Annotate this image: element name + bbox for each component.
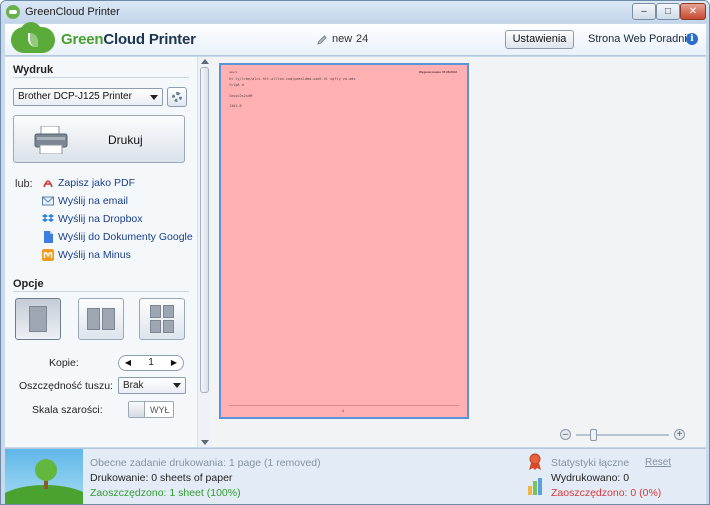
app-logo-text: GreenCloud Printer [61, 31, 196, 48]
pdf-icon [43, 180, 53, 188]
print-section-title: Wydruk [13, 64, 54, 76]
send-dropbox-label: Wyślij na Dropbox [58, 213, 143, 225]
page-text-line: ht.ly/lrbe/alci.htt.alllon.com/paesldmd-… [229, 77, 356, 81]
page-header-right: Wygenerowano 07.08.2012 [419, 70, 457, 74]
printed-total-text: Wydrukowano: 0 [551, 472, 630, 484]
minus-icon [42, 249, 54, 261]
google-docs-icon [44, 231, 53, 243]
layout-1-page-button[interactable] [15, 298, 61, 340]
app-window: GreenCloud Printer – □ ✕ GreenCloud Prin… [0, 0, 710, 505]
reset-stats-link[interactable]: Reset [645, 457, 671, 468]
copies-label: Kopie: [49, 357, 79, 369]
greencloud-logo-icon [11, 22, 55, 53]
logo-green-word: Green [61, 31, 104, 48]
send-google-docs-label: Wyślij do Dokumenty Google [58, 231, 193, 243]
grayscale-label: Skala szarości: [32, 404, 103, 416]
pencil-icon[interactable] [317, 34, 328, 45]
print-preview-area: new 3 Wygenerowano 07.08.2012 ht.ly/lrbe… [211, 57, 706, 447]
two-pages-icon [87, 308, 100, 330]
layout-4-pages-button[interactable] [139, 298, 185, 340]
four-pages-icon [150, 305, 161, 318]
saved-sheets-text: Zaoszczędzono: 1 sheet (100%) [90, 487, 241, 499]
single-page-icon [29, 306, 47, 332]
two-pages-icon [102, 308, 115, 330]
printer-icon [34, 126, 68, 154]
send-email-label: Wyślij na email [58, 195, 128, 207]
logo-dark-words: Cloud Printer [103, 31, 196, 48]
section-divider [13, 291, 189, 292]
chevron-down-icon [173, 383, 181, 388]
layout-2-pages-button[interactable] [78, 298, 124, 340]
toggle-knob [129, 402, 145, 417]
send-minus-label: Wyślij na Minus [58, 249, 131, 261]
award-ribbon-icon [529, 453, 541, 470]
copies-stepper[interactable]: ◀ 1 ▶ [118, 355, 184, 371]
header-links[interactable]: Strona Web Poradnik [588, 33, 692, 45]
zoom-thumb[interactable] [590, 429, 597, 441]
section-divider [13, 77, 189, 78]
four-pages-icon [150, 320, 161, 333]
zoom-in-icon[interactable]: + [674, 429, 685, 440]
status-footer: Obecne zadanie drukowania: 1 page (1 rem… [5, 448, 706, 504]
maximize-button[interactable]: □ [656, 3, 680, 20]
copies-value[interactable]: 1 [139, 357, 163, 368]
dropbox-icon [42, 214, 54, 222]
chevron-down-icon [150, 95, 158, 100]
save-as-pdf-label: Zapisz jako PDF [58, 177, 136, 189]
app-header: GreenCloud Printer new 24 Ustawienia Str… [5, 22, 706, 56]
info-icon[interactable]: i [686, 33, 698, 45]
page-text-line: 13d1-6 [229, 104, 242, 108]
tree-illustration-icon [5, 449, 83, 504]
page-header-left: new 3 [229, 70, 238, 74]
printer-select-value: Brother DCP-J125 Printer [18, 91, 132, 102]
zoom-out-icon[interactable]: – [560, 429, 571, 440]
email-icon [42, 196, 54, 206]
document-page-count: 24 [356, 33, 369, 45]
page-footer-rule [229, 405, 459, 406]
ink-saving-value: Brak [123, 380, 144, 391]
page-text-line: fclgA d [229, 83, 244, 87]
settings-button[interactable]: Ustawienia [505, 30, 574, 49]
page-text-line: Iosoc2s2sdM [229, 94, 253, 98]
four-pages-icon [163, 320, 174, 333]
ink-saving-label: Oszczędność tuszu: [19, 380, 113, 392]
minimize-button[interactable]: – [632, 3, 656, 20]
grayscale-toggle[interactable]: WYŁ [128, 401, 174, 418]
total-stats-title: Statystyki łączne [551, 457, 630, 469]
options-section-title: Opcje [13, 278, 44, 290]
page-footer-number: 4 [342, 409, 344, 413]
print-button[interactable]: Drukuj [13, 115, 185, 163]
copies-increment-button[interactable]: ▶ [167, 356, 181, 370]
bar-chart-icon [528, 478, 542, 495]
or-label: lub: [15, 178, 33, 190]
printer-select[interactable]: Brother DCP-J125 Printer [13, 88, 163, 106]
scroll-up-arrow-icon[interactable] [201, 59, 209, 64]
title-bar[interactable]: GreenCloud Printer – □ ✕ [1, 1, 709, 23]
print-button-label: Drukuj [108, 133, 143, 147]
copies-decrement-button[interactable]: ◀ [121, 356, 135, 370]
printing-sheets-text: Drukowanie: 0 sheets of paper [90, 472, 233, 484]
printer-settings-button[interactable] [167, 87, 187, 107]
four-pages-icon [163, 305, 174, 318]
preview-page[interactable]: new 3 Wygenerowano 07.08.2012 ht.ly/lrbe… [219, 63, 469, 419]
scrollbar-thumb[interactable] [200, 67, 209, 393]
current-job-text: Obecne zadanie drukowania: 1 page (1 rem… [90, 457, 321, 469]
left-panel-scrollbar[interactable] [197, 57, 211, 447]
left-panel: Wydruk Brother DCP-J125 Printer Drukuj l… [5, 57, 197, 447]
zoom-slider[interactable]: – + [560, 429, 685, 441]
document-name[interactable]: new [332, 33, 352, 45]
window-title: GreenCloud Printer [25, 6, 120, 18]
close-button[interactable]: ✕ [680, 3, 706, 20]
saved-total-text: Zaoszczędzono: 0 (0%) [551, 487, 662, 499]
scroll-down-arrow-icon[interactable] [201, 440, 209, 445]
app-cloud-icon [6, 5, 20, 19]
grayscale-state: WYŁ [150, 405, 170, 415]
gear-icon [172, 92, 182, 102]
ink-saving-select[interactable]: Brak [118, 377, 186, 394]
